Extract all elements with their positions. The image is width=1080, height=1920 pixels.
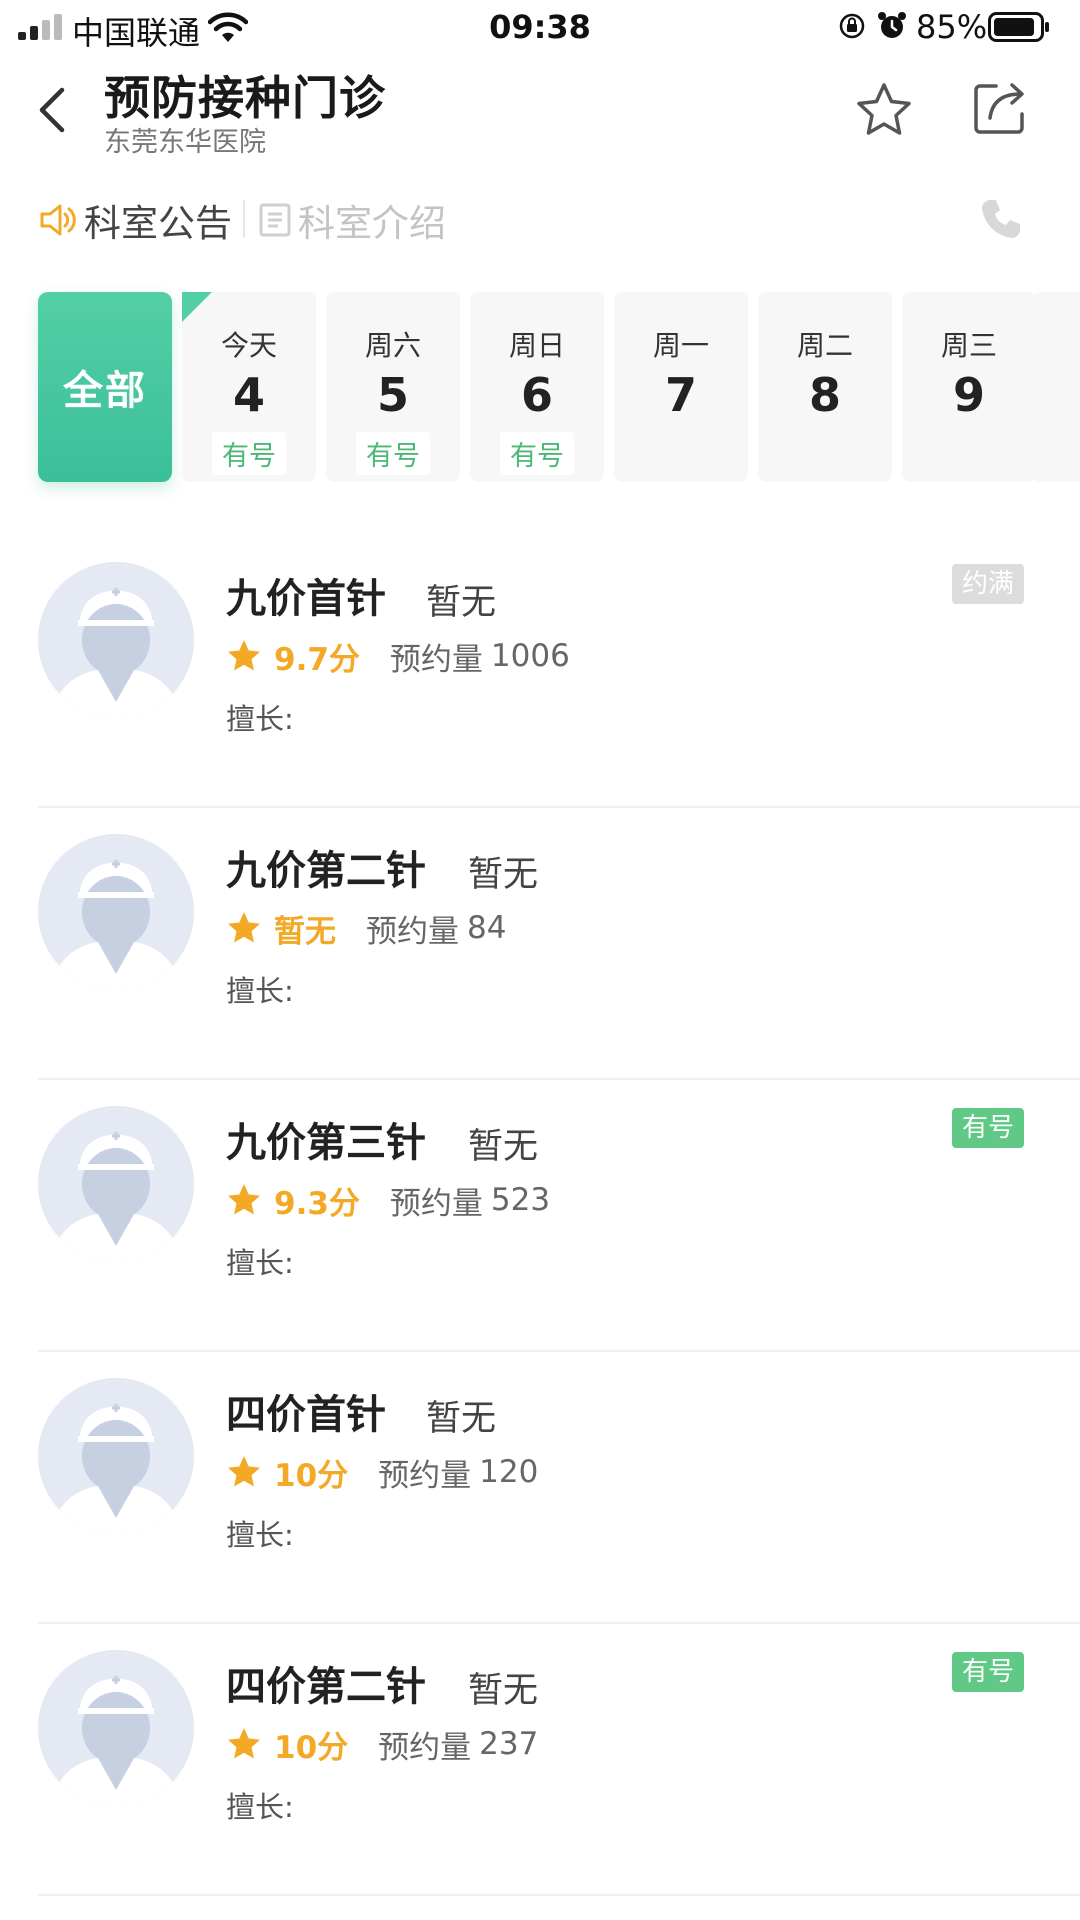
date-item-partial[interactable]	[1032, 292, 1080, 482]
date-selector: 全部 今天 4 有号 周六 5 有号 周日 6 有号 周一 7 周二 8 周三 …	[38, 292, 1080, 488]
doctor-name: 九价第二针	[226, 848, 426, 894]
date-number: 5	[376, 368, 409, 422]
date-weekday: 周六	[364, 329, 421, 362]
divider	[38, 1894, 1080, 1896]
document-icon	[259, 203, 291, 237]
battery-percent: 85%	[916, 8, 988, 46]
list-item[interactable]: 九价第二针 暂无 暂无 预约量 84 擅长:	[0, 808, 1080, 1080]
star-icon	[228, 912, 260, 943]
date-all-label: 全部	[63, 368, 147, 414]
tab-intro-label: 科室介绍	[298, 202, 446, 245]
date-weekday: 周二	[796, 329, 853, 362]
date-availability: 有号	[500, 432, 574, 475]
tab-divider	[243, 200, 245, 238]
page-title: 预防接种门诊	[104, 71, 386, 125]
specialty-label: 擅长:	[226, 1518, 294, 1552]
booking-volume-label: 预约量	[378, 1729, 472, 1766]
avatar	[38, 1378, 194, 1534]
phone-icon[interactable]	[978, 196, 1024, 242]
doctor-list: 九价首针 暂无 9.7分 预约量 1006 擅长: 约满 九价第二针 暂无 暂无…	[0, 536, 1080, 1896]
list-item[interactable]: 四价首针 暂无 10分 预约量 120 擅长:	[0, 1352, 1080, 1624]
avatar	[38, 562, 194, 718]
star-icon	[228, 1728, 260, 1759]
date-item[interactable]: 周二 8	[758, 292, 892, 482]
booking-volume-label: 预约量	[389, 1185, 483, 1222]
date-all-button[interactable]: 全部	[38, 292, 172, 482]
specialty-label: 擅长:	[226, 702, 294, 736]
rotation-lock-icon	[839, 13, 865, 39]
rating-score: 10分	[274, 1729, 349, 1766]
doctor-name: 四价首针	[226, 1392, 386, 1438]
rating-score: 暂无	[274, 913, 336, 950]
hospital-name: 东莞东华医院	[104, 127, 266, 158]
doctor-name: 九价第三针	[226, 1120, 426, 1166]
specialty-label: 擅长:	[226, 1790, 294, 1824]
rating-row: 9.7分 预约量 1006	[226, 632, 570, 680]
doctor-name: 四价第二针	[226, 1664, 426, 1710]
specialty-label: 擅长:	[226, 974, 294, 1008]
booking-volume-label: 预约量	[389, 641, 483, 678]
tab-department-notice[interactable]: 科室公告	[38, 198, 232, 245]
back-icon[interactable]	[30, 80, 74, 140]
rating-score: 10分	[274, 1457, 349, 1494]
doctor-title: 暂无	[468, 1671, 539, 1711]
avatar	[38, 834, 194, 990]
date-weekday: 周日	[508, 329, 565, 362]
tab-notice-label: 科室公告	[84, 202, 232, 245]
tab-department-intro[interactable]: 科室介绍	[258, 198, 446, 245]
rating-row: 10分 预约量 120	[226, 1448, 538, 1496]
booking-volume: 237	[479, 1726, 539, 1762]
corner-marker	[182, 292, 212, 322]
date-number: 4	[232, 368, 265, 422]
share-icon[interactable]	[970, 78, 1030, 138]
date-availability: 有号	[356, 432, 430, 475]
date-weekday: 周三	[940, 329, 997, 362]
doctor-title: 暂无	[468, 855, 539, 895]
star-icon	[228, 1184, 260, 1215]
doctor-title: 暂无	[468, 1127, 539, 1167]
star-icon	[228, 1456, 260, 1487]
status-badge: 有号	[951, 1108, 1024, 1148]
rating-row: 暂无 预约量 84	[226, 904, 506, 952]
doctor-title: 暂无	[426, 1399, 497, 1439]
list-item[interactable]: 九价第三针 暂无 9.3分 预约量 523 擅长: 有号	[0, 1080, 1080, 1352]
list-item[interactable]: 九价首针 暂无 9.7分 预约量 1006 擅长: 约满	[0, 536, 1080, 808]
date-number: 6	[520, 368, 553, 422]
booking-volume: 120	[479, 1454, 539, 1490]
date-item[interactable]: 周一 7	[614, 292, 748, 482]
avatar	[38, 1650, 194, 1806]
avatar	[38, 1106, 194, 1262]
date-item[interactable]: 周日 6 有号	[470, 292, 604, 482]
booking-volume: 1006	[490, 638, 570, 674]
list-item[interactable]: 四价第二针 暂无 10分 预约量 237 擅长: 有号	[0, 1624, 1080, 1896]
date-weekday: 今天	[220, 329, 277, 362]
status-bar: 中国联通 09:38 85%	[0, 0, 1080, 56]
date-number: 7	[664, 368, 697, 422]
rating-score: 9.3分	[274, 1185, 360, 1222]
status-badge: 约满	[951, 564, 1024, 604]
booking-volume: 523	[490, 1182, 551, 1218]
status-badge: 有号	[951, 1652, 1024, 1692]
rating-row: 9.3分 预约量 523	[226, 1176, 550, 1224]
date-number: 8	[808, 368, 841, 422]
battery-icon	[988, 12, 1049, 42]
favorite-star-icon[interactable]	[854, 80, 914, 140]
booking-volume: 84	[467, 910, 507, 946]
star-icon	[228, 640, 260, 671]
doctor-title: 暂无	[426, 583, 497, 623]
doctor-name: 九价首针	[226, 576, 386, 622]
date-weekday: 周一	[652, 329, 709, 362]
specialty-label: 擅长:	[226, 1246, 294, 1280]
booking-volume-label: 预约量	[366, 913, 459, 950]
date-item[interactable]: 周六 5 有号	[326, 292, 460, 482]
speaker-icon	[40, 204, 76, 236]
date-availability: 有号	[212, 432, 286, 475]
rating-score: 9.7分	[274, 641, 360, 678]
rating-row: 10分 预约量 237	[226, 1720, 538, 1768]
date-item[interactable]: 周三 9	[902, 292, 1036, 482]
alarm-icon	[878, 12, 906, 38]
booking-volume-label: 预约量	[378, 1457, 472, 1494]
date-number: 9	[952, 368, 985, 422]
